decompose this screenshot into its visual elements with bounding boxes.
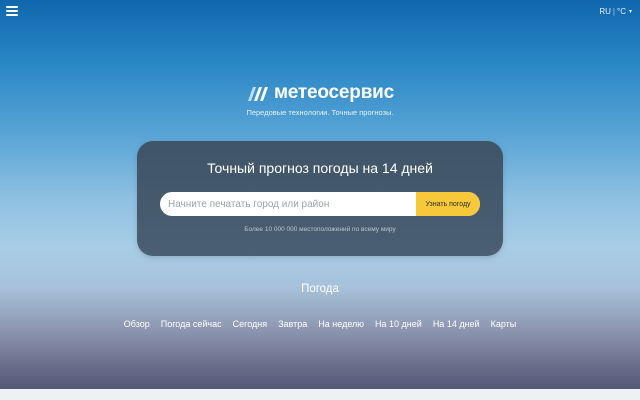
nav-link-tomorrow[interactable]: Завтра [278, 319, 307, 329]
brand-logo-link[interactable]: метеосервис [0, 82, 640, 104]
menu-button[interactable] [6, 6, 18, 17]
nav-link-week[interactable]: На неделю [318, 319, 364, 329]
menu-icon-bar [6, 14, 18, 16]
nav-link-overview[interactable]: Обзор [124, 319, 150, 329]
tagline: Передовые технологии. Точные прогнозы. [246, 108, 394, 117]
bottom-strip [0, 389, 640, 400]
locale-unit-switcher[interactable]: RU | °C ▾ [599, 7, 632, 16]
menu-icon-bar [6, 10, 18, 12]
logo-icon [247, 87, 268, 101]
weather-heading: Погода [301, 283, 339, 295]
menu-icon-bar [6, 6, 18, 8]
nav-link-now[interactable]: Погода сейчас [161, 319, 222, 329]
separator: | [612, 7, 615, 16]
search-box: Узнать погоду [160, 192, 480, 216]
locations-note: Более 10 000 000 местоположений по всему… [244, 226, 396, 233]
language-label: RU [599, 7, 611, 16]
get-weather-button[interactable]: Узнать погоду [416, 192, 480, 216]
city-search-input[interactable] [160, 192, 416, 216]
nav-link-maps[interactable]: Карты [491, 319, 517, 329]
chevron-down-icon: ▾ [628, 9, 632, 15]
unit-label: °C [617, 7, 626, 16]
brand-name: метеосервис [273, 82, 395, 103]
nav-link-today[interactable]: Сегодня [233, 319, 268, 329]
search-card: Точный прогноз погоды на 14 дней Узнать … [137, 141, 503, 256]
nav-link-10-days[interactable]: На 10 дней [375, 319, 422, 329]
search-title: Точный прогноз погоды на 14 дней [207, 160, 433, 176]
nav-link-14-days[interactable]: На 14 дней [433, 319, 480, 329]
weather-nav: Обзор Погода сейчас Сегодня Завтра На не… [0, 319, 640, 329]
